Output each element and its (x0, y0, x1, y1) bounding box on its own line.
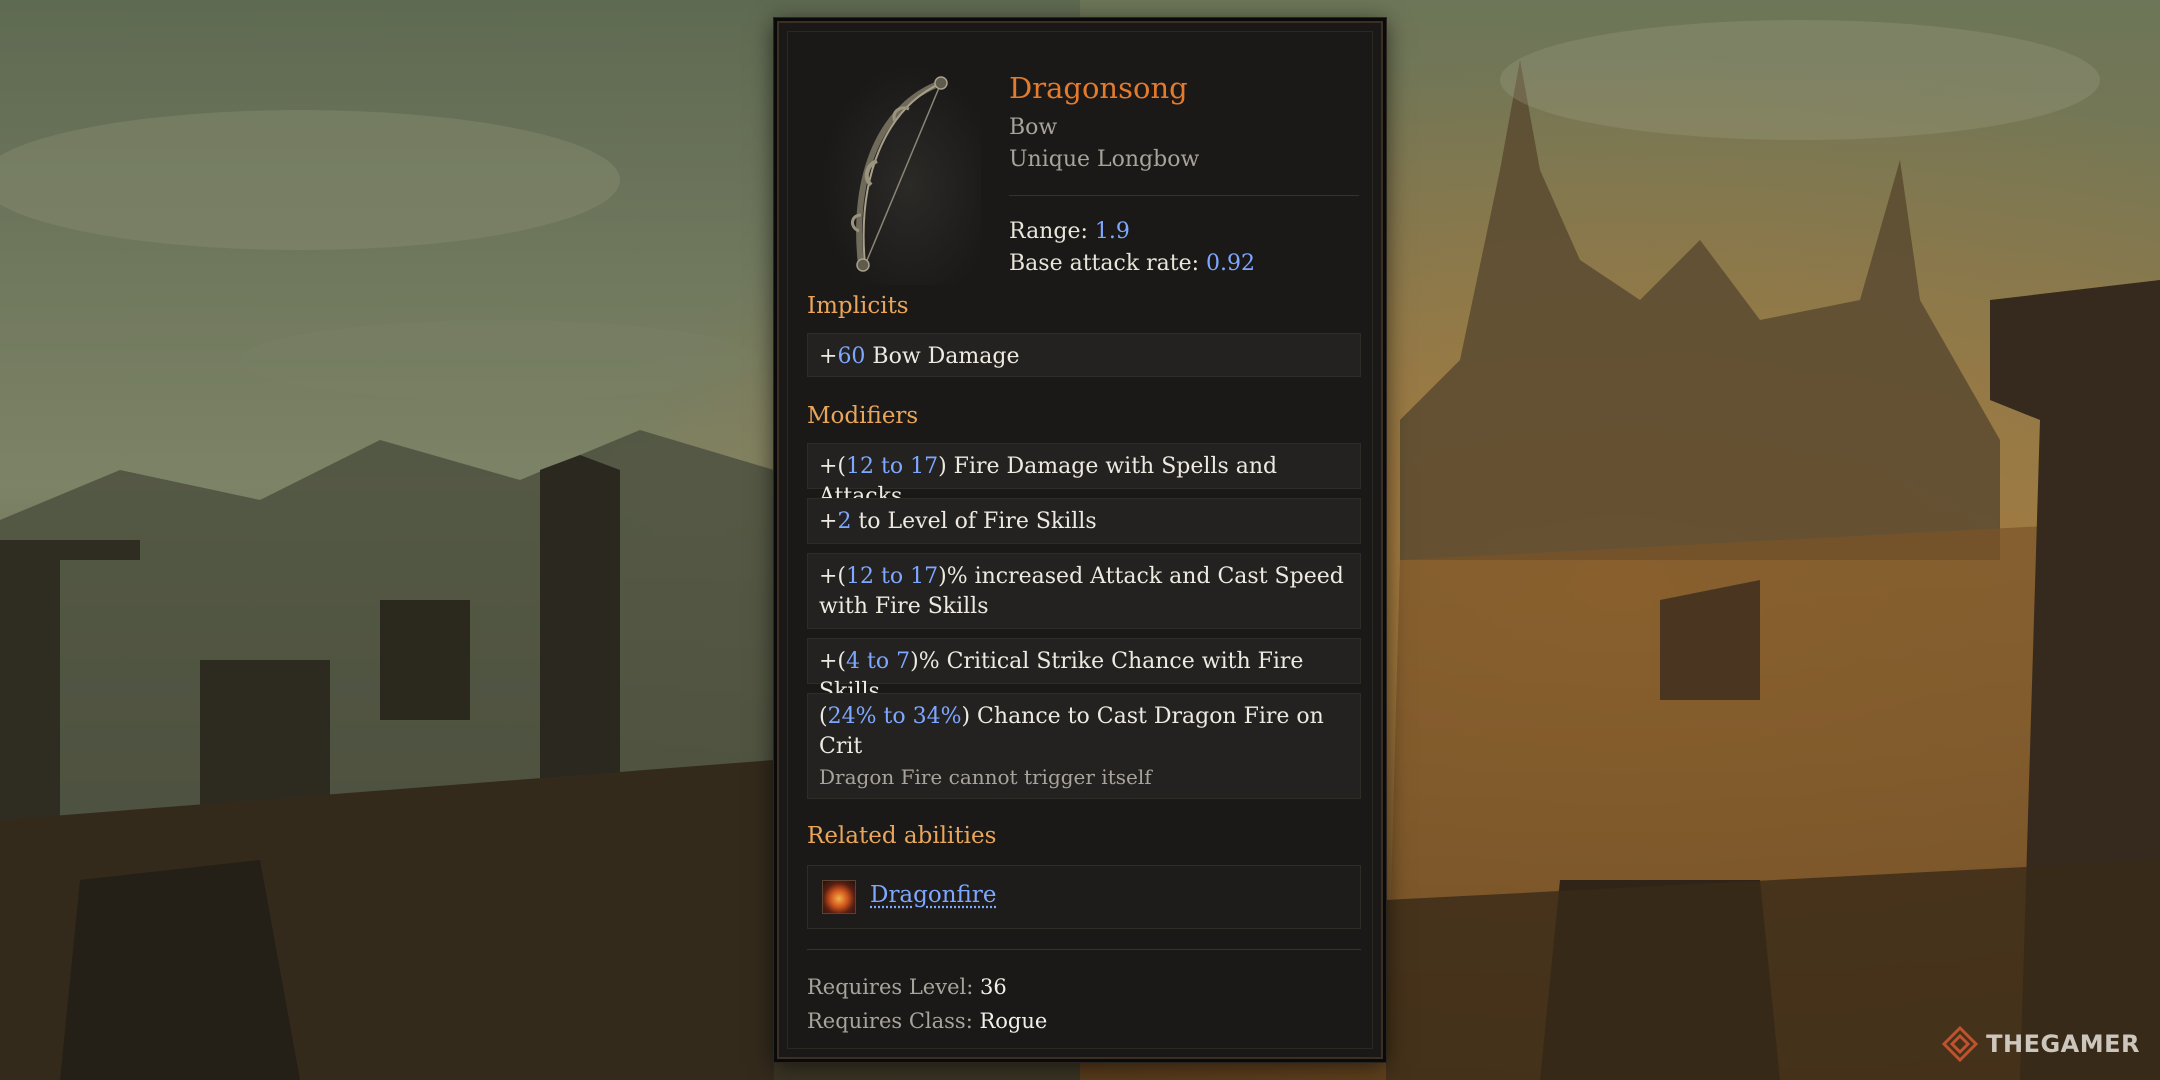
stat-attack-rate-value: 0.92 (1206, 251, 1256, 276)
mod-min: 12 (846, 564, 875, 589)
dragonfire-ability-icon (822, 880, 856, 914)
related-abilities-heading: Related abilities (807, 823, 997, 849)
modifier-row: (24% to 34%) Chance to Cast Dragon Fire … (807, 693, 1361, 799)
mod-min: 12 (846, 454, 875, 479)
implicits-heading: Implicits (807, 293, 909, 319)
requires-level-label: Requires Level: (807, 975, 980, 999)
item-header: Dragonsong Bow Unique Longbow Range: 1.9… (809, 51, 1359, 291)
thegamer-logo-icon (1941, 1025, 1979, 1063)
modifiers-heading: Modifiers (807, 403, 919, 429)
stat-attack-rate-label: Base attack rate: (1009, 251, 1207, 276)
stat-attack-rate: Base attack rate: 0.92 (1009, 251, 1255, 276)
longbow-icon (821, 65, 981, 285)
mod-max: 17 (910, 454, 939, 479)
modifier-row: +2 to Level of Fire Skills (807, 498, 1361, 544)
mod-prefix: +( (819, 649, 847, 674)
mod-value: 2 (837, 509, 852, 534)
modifier-row: +(12 to 17) Fire Damage with Spells and … (807, 443, 1361, 509)
requirements-divider (807, 949, 1361, 950)
implicit-text: Bow Damage (865, 344, 1020, 369)
requires-class-value: Rogue (979, 1009, 1048, 1033)
modifier-note: Dragon Fire cannot trigger itself (819, 765, 1152, 789)
related-ability-row: Dragonfire (807, 865, 1361, 929)
mod-prefix: ( (819, 704, 828, 729)
mod-max: 7 (896, 649, 911, 674)
mod-prefix: + (819, 509, 838, 534)
mod-prefix: +( (819, 564, 847, 589)
item-type: Bow (1009, 115, 1058, 140)
modifier-row: +(12 to 17)% increased Attack and Cast S… (807, 553, 1361, 629)
item-tooltip: Dragonsong Bow Unique Longbow Range: 1.9… (774, 18, 1386, 1062)
mod-to: to (860, 649, 897, 674)
mod-min: 4 (846, 649, 861, 674)
watermark: THEGAMER (1940, 1024, 2140, 1064)
mod-prefix: +( (819, 454, 847, 479)
watermark-text: THEGAMER (1986, 1030, 2140, 1058)
mod-suffix: to Level of Fire Skills (851, 509, 1097, 534)
item-subtype: Unique Longbow (1009, 147, 1200, 172)
mod-min: 24% (827, 704, 877, 729)
mod-to: to (876, 704, 913, 729)
requires-level: Requires Level: 36 (807, 975, 1007, 999)
implicit-row: +60 Bow Damage (807, 333, 1361, 377)
mod-max: 34% (912, 704, 962, 729)
requires-level-value: 36 (979, 975, 1007, 999)
stat-range-label: Range: (1009, 219, 1095, 244)
mod-to: to (874, 564, 911, 589)
requires-class-label: Requires Class: (807, 1009, 980, 1033)
dragonfire-link[interactable]: Dragonfire (870, 882, 996, 908)
modifier-row: +(4 to 7)% Critical Strike Chance with F… (807, 638, 1361, 704)
mod-max: 17 (910, 564, 939, 589)
implicit-value: 60 (837, 344, 866, 369)
stat-range-value: 1.9 (1094, 219, 1130, 244)
stat-range: Range: 1.9 (1009, 219, 1130, 244)
implicit-plus: + (819, 344, 838, 369)
item-name: Dragonsong (1009, 71, 1188, 105)
requires-class: Requires Class: Rogue (807, 1009, 1047, 1033)
header-divider (1009, 195, 1359, 196)
mod-to: to (874, 454, 911, 479)
